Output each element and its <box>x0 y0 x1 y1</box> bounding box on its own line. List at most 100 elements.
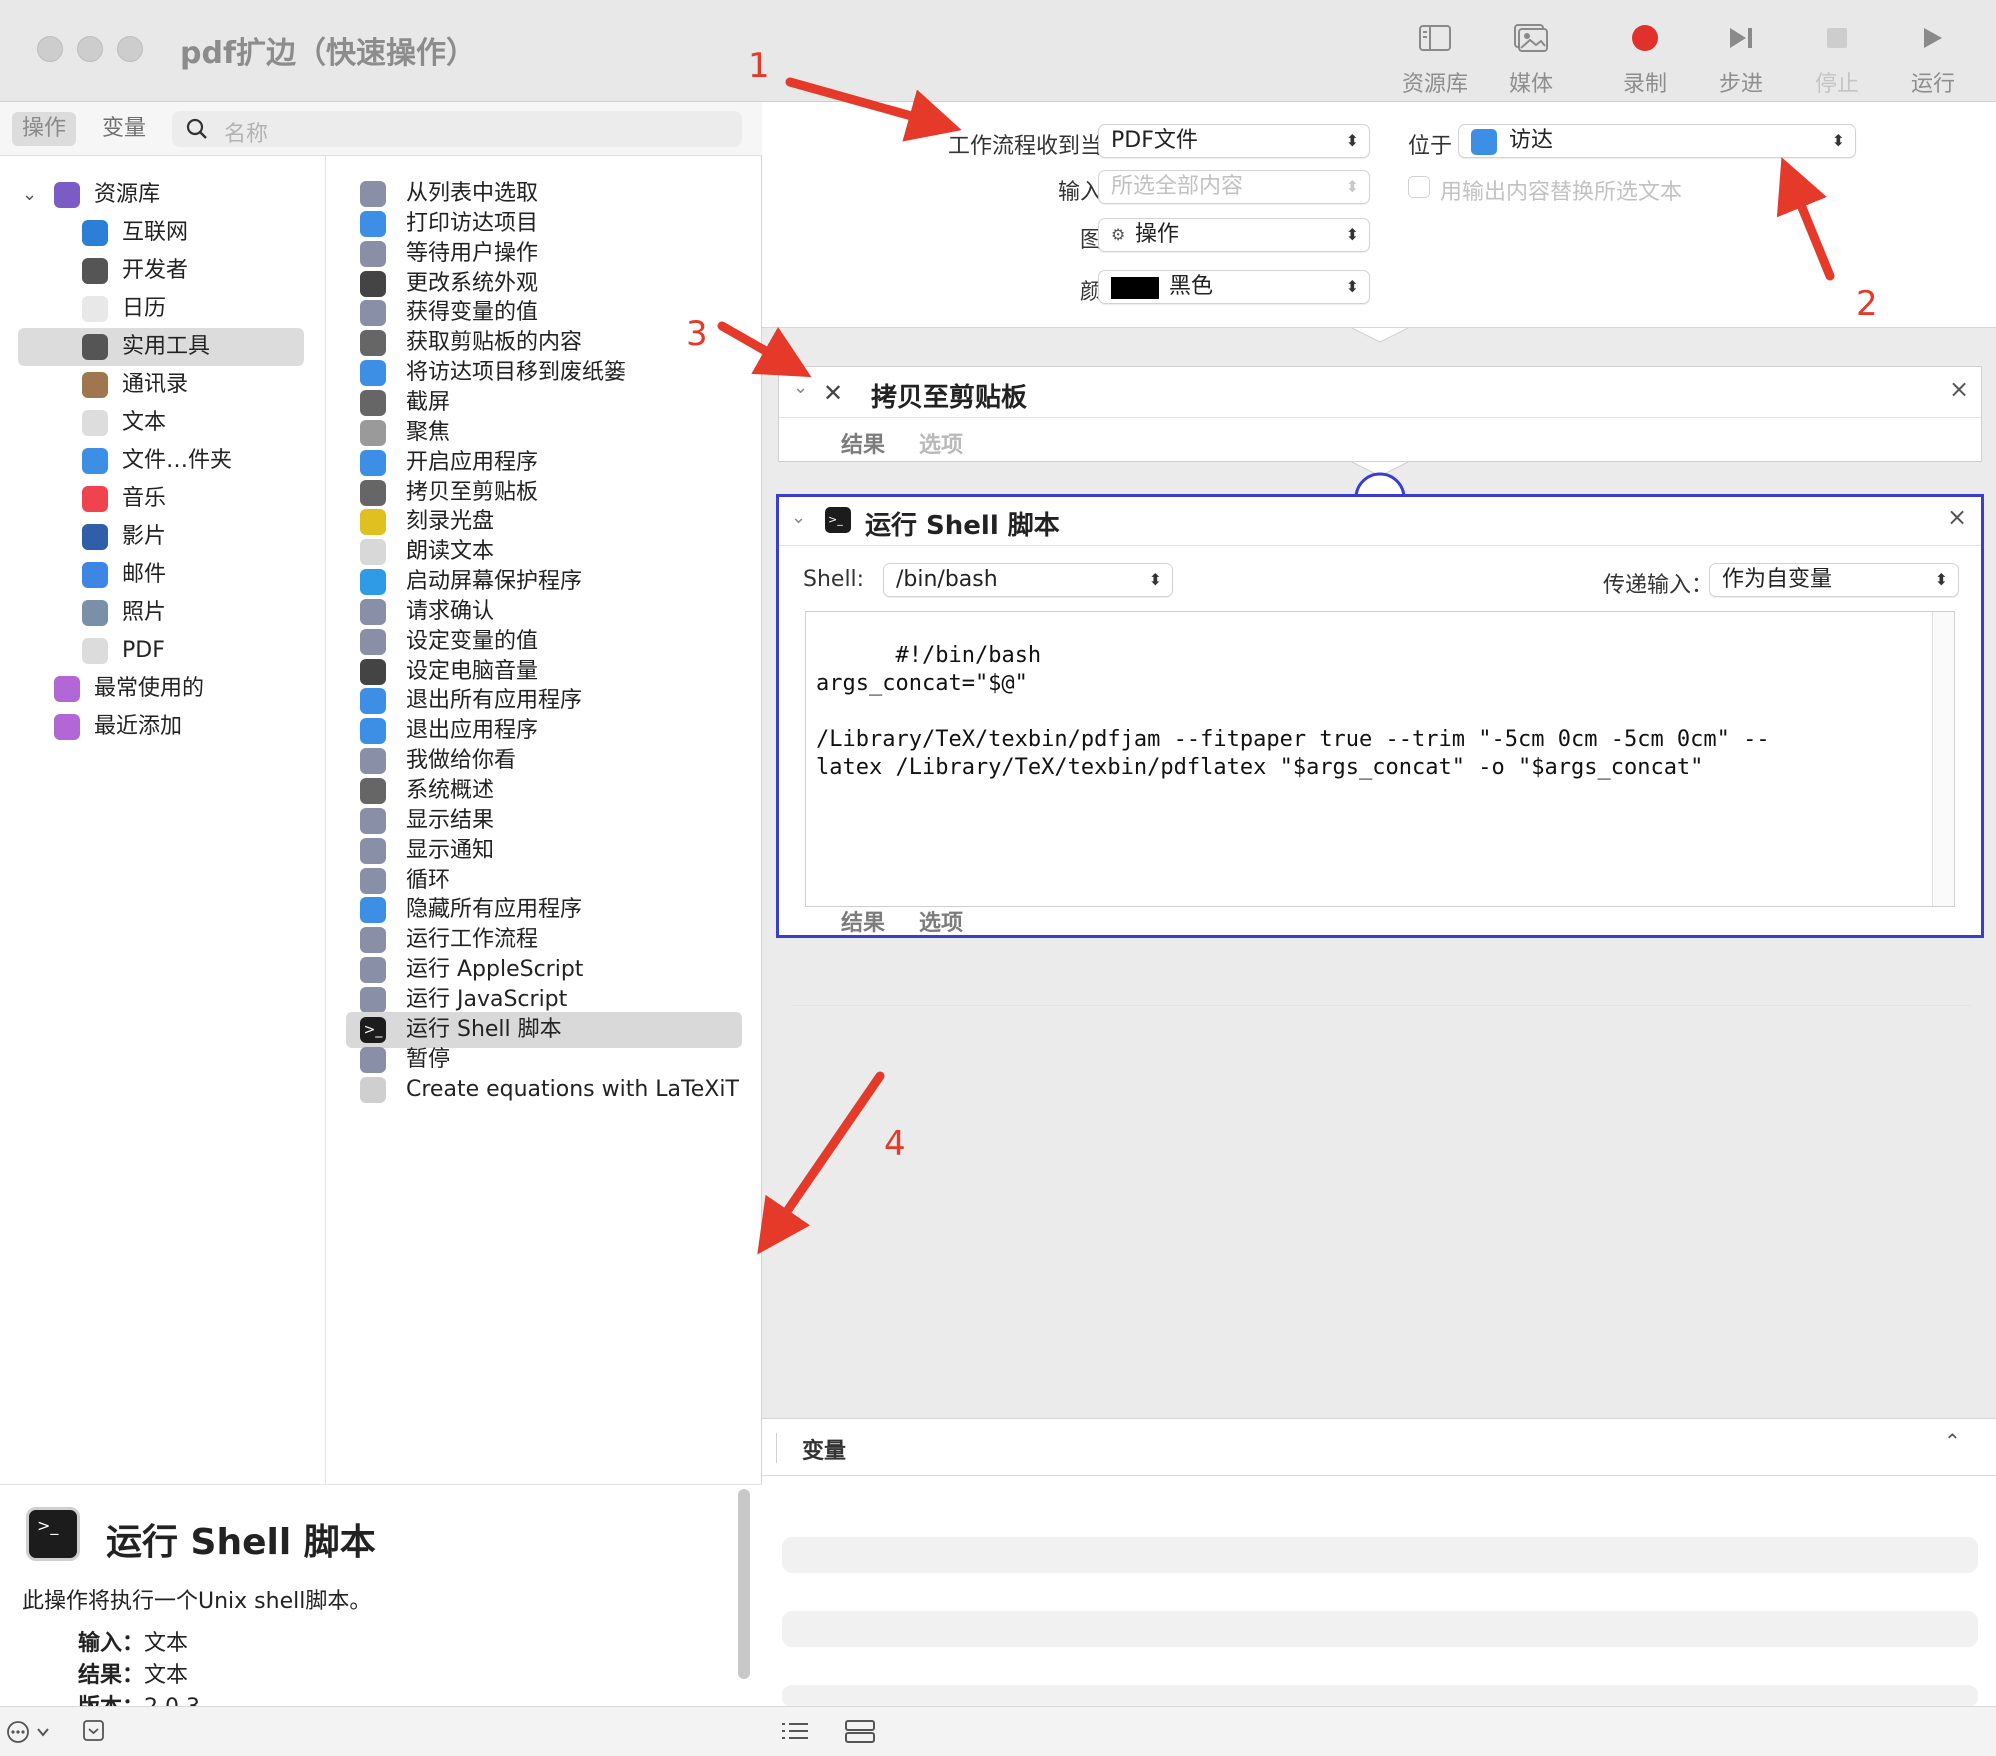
list-item[interactable]: Create equations with LaTeXiT <box>346 1072 742 1108</box>
close-icon[interactable]: × <box>1947 503 1967 531</box>
finder-icon <box>1471 129 1497 155</box>
in-popup[interactable]: 访达 ⬍ <box>1458 124 1856 158</box>
sidebar-item-0[interactable]: ⌄ 资源库 <box>18 176 304 214</box>
sidebar-item-12[interactable]: PDF <box>18 632 304 670</box>
automator-icon <box>360 1046 386 1073</box>
disclosure-triangle-icon[interactable]: ⌄ <box>22 176 37 214</box>
media-icon <box>1488 18 1574 58</box>
library-toolbar-button[interactable]: 资源库 <box>1392 18 1478 98</box>
sidebar-item-label: 开发者 <box>122 258 189 283</box>
library-icon <box>54 182 80 208</box>
divider <box>791 1005 1971 1006</box>
tab-actions[interactable]: 操作 <box>12 112 77 146</box>
workflow-panel: 工作流程收到当前 PDF文件 ⬍ 位于 访达 ⬍ 输入为 所选全部内容 ⬍ 用输… <box>762 102 1996 1707</box>
input-is-value: 所选全部内容 <box>1111 174 1244 199</box>
workflow-connector <box>1351 462 1409 498</box>
card-title: 拷贝至剪贴板 <box>871 383 1028 413</box>
input-is-popup[interactable]: 所选全部内容 ⬍ <box>1098 170 1370 204</box>
tools-icon <box>360 778 386 804</box>
action-menu-button[interactable] <box>6 1719 52 1749</box>
sidebar-item-13[interactable]: 最常使用的 <box>18 670 304 708</box>
sidebar-item-8[interactable]: 音乐 <box>18 480 304 518</box>
sidebar-item-label: 照片 <box>122 600 167 625</box>
close-icon[interactable]: × <box>1949 375 1969 403</box>
split-view-icon <box>845 1720 875 1743</box>
quicktime-icon <box>82 524 108 550</box>
description-version: 版本：2.0.3 <box>78 1689 200 1706</box>
tab-results[interactable]: 结果 <box>841 427 885 459</box>
close-window-button[interactable] <box>37 36 63 62</box>
chevron-up-icon[interactable]: ⌃ <box>1944 1429 1961 1453</box>
search-input[interactable]: 名称 <box>224 116 268 148</box>
record-toolbar-button[interactable]: 录制 <box>1602 18 1688 98</box>
color-swatch <box>1111 277 1159 299</box>
tab-results[interactable]: 结果 <box>841 905 885 937</box>
receives-popup[interactable]: PDF文件 ⬍ <box>1098 124 1370 158</box>
sidebar-item-label: 最近添加 <box>94 714 183 739</box>
image-popup[interactable]: ⚙ 操作 ⬍ <box>1098 218 1370 252</box>
card-title: 运行 Shell 脚本 <box>865 511 1060 541</box>
description-toggle-button[interactable] <box>82 1719 106 1747</box>
tab-options[interactable]: 选项 <box>919 905 963 937</box>
sidebar-item-6[interactable]: 文本 <box>18 404 304 442</box>
description-toggle-icon <box>83 1720 104 1741</box>
title-bar: pdf扩边（快速操作） 资源库 媒体 录制 步进 停止 运行 <box>0 0 1996 102</box>
search-field[interactable]: 名称 <box>172 111 742 147</box>
sidebar-item-11[interactable]: 照片 <box>18 594 304 632</box>
tools-icon: ✕ <box>823 379 844 407</box>
list-view-button[interactable] <box>780 1719 810 1747</box>
settings-icon <box>360 658 386 685</box>
step-icon <box>1698 18 1784 58</box>
contacts-icon <box>82 372 108 398</box>
action-card-copy-to-clipboard[interactable]: ⌄ ✕ 拷贝至剪贴板 × 结果 选项 <box>778 366 1982 462</box>
tab-options[interactable]: 选项 <box>919 427 963 459</box>
media-toolbar-button[interactable]: 媒体 <box>1488 18 1574 98</box>
zoom-window-button[interactable] <box>117 36 143 62</box>
tools-icon <box>360 389 386 416</box>
shell-popup[interactable]: /bin/bash ⬍ <box>883 563 1173 597</box>
category-list: ⌄ 资源库 互联网开发者日历实用工具通讯录 文本文件…件夹音乐影片邮件照片 PDF 最常使… <box>0 156 326 1486</box>
replace-output-checkbox[interactable] <box>1408 176 1430 198</box>
sidebar-item-14[interactable]: 最近添加 <box>18 708 304 746</box>
terminal-icon: >_ <box>825 507 851 533</box>
media-toolbar-label: 媒体 <box>1508 72 1553 97</box>
split-view-button[interactable] <box>844 1719 876 1747</box>
terminal-icon: >_ <box>26 1507 80 1561</box>
sidebar-item-label: 邮件 <box>122 562 167 587</box>
spotlight-icon <box>360 419 386 446</box>
color-popup[interactable]: 黑色 ⬍ <box>1098 270 1370 304</box>
sidebar-item-label: 实用工具 <box>122 334 211 359</box>
sidebar-item-4[interactable]: 实用工具 <box>18 328 304 366</box>
pass-input-popup[interactable]: 作为自变量 ⬍ <box>1709 563 1959 597</box>
automator-icon <box>360 300 386 327</box>
sidebar-item-7[interactable]: 文件…件夹 <box>18 442 304 480</box>
finder-icon <box>360 210 386 237</box>
sidebar-item-label: 文件…件夹 <box>122 448 233 473</box>
stop-toolbar-button[interactable]: 停止 <box>1794 18 1880 98</box>
play-icon <box>1890 18 1976 58</box>
music-icon <box>82 486 108 512</box>
chevron-down-icon[interactable]: ⌄ <box>791 507 806 528</box>
automator-icon <box>360 867 386 894</box>
sidebar-item-5[interactable]: 通讯录 <box>18 366 304 404</box>
sidebar-item-3[interactable]: 日历 <box>18 290 304 328</box>
list-icon <box>782 1723 808 1739</box>
sidebar-item-10[interactable]: 邮件 <box>18 556 304 594</box>
sidebar-item-1[interactable]: 互联网 <box>18 214 304 252</box>
chevron-down-icon[interactable]: ⌄ <box>793 377 808 398</box>
sidebar-item-2[interactable]: 开发者 <box>18 252 304 290</box>
action-label: Create equations with LaTeXiT <box>406 1076 739 1102</box>
sidebar-item-9[interactable]: 影片 <box>18 518 304 556</box>
minimize-window-button[interactable] <box>77 36 103 62</box>
automator-icon <box>360 240 386 267</box>
run-toolbar-button[interactable]: 运行 <box>1890 18 1976 98</box>
library-panel: 操作 变量 名称 ⌄ 资源库 互联网开发者日历实用工具通讯录 文本文件…件夹音乐影片邮… <box>0 102 762 1706</box>
script-scrollbar[interactable] <box>1932 612 1954 906</box>
sidebar-item-label: 音乐 <box>122 486 167 511</box>
step-toolbar-button[interactable]: 步进 <box>1698 18 1784 98</box>
description-scrollbar[interactable] <box>738 1489 750 1679</box>
tab-variables[interactable]: 变量 <box>92 112 156 146</box>
script-editor[interactable]: #!/bin/bash args_concat="$@" /Library/Te… <box>805 611 1955 907</box>
pass-input-label: 传递输入： <box>1602 573 1713 598</box>
action-card-run-shell-script[interactable]: ⌄ >_ 运行 Shell 脚本 × Shell: /bin/bash ⬍ 传递… <box>776 494 1984 1006</box>
